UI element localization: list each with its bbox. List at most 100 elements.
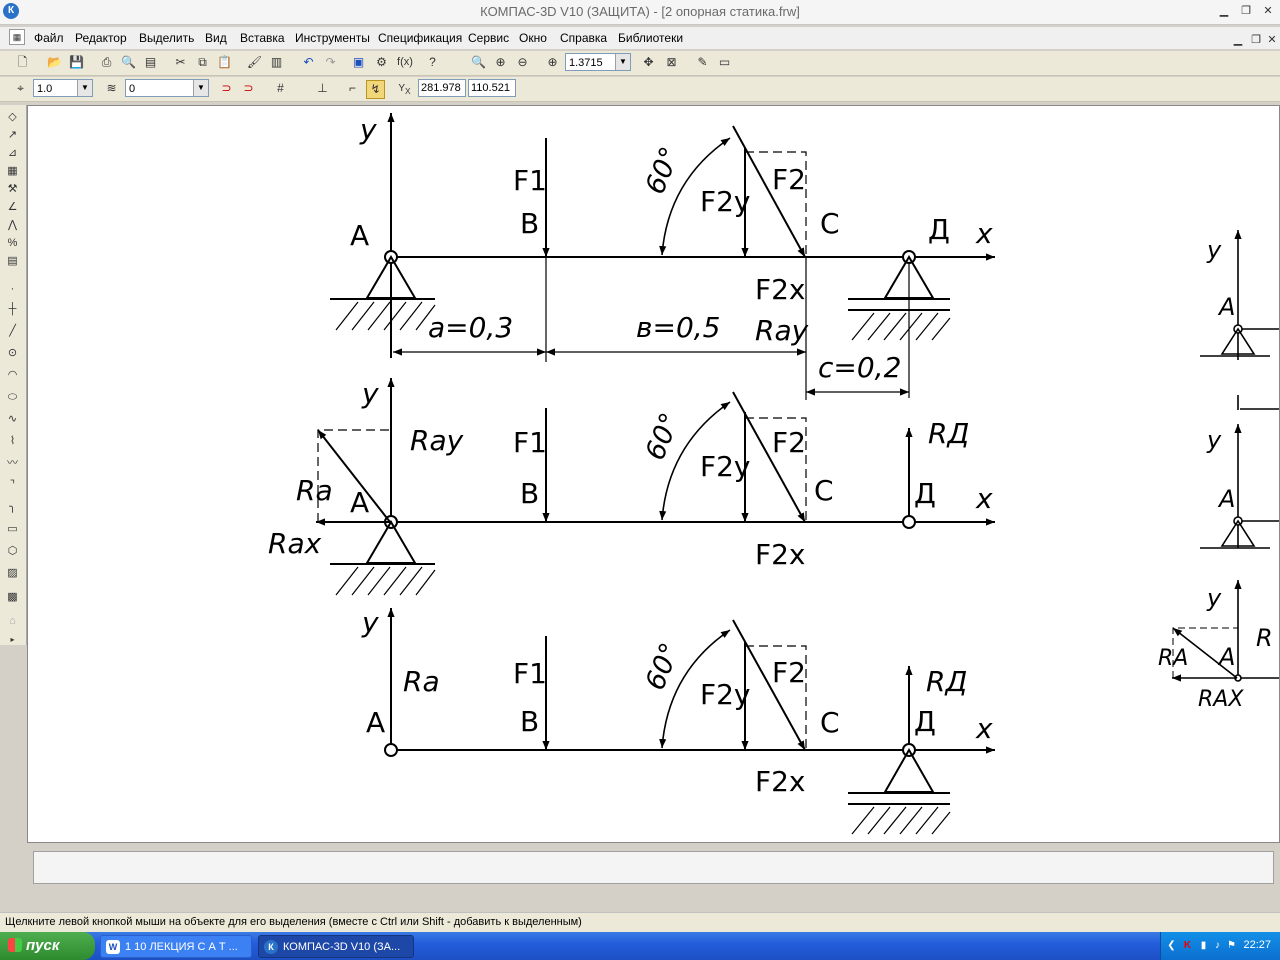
spline-icon[interactable]: ∿ — [4, 411, 21, 428]
menu-file[interactable]: Файл — [34, 31, 64, 45]
doc-restore-icon[interactable]: ❐ — [1248, 33, 1264, 47]
rectangle-icon[interactable]: ▭ — [4, 521, 21, 538]
geometry-icon[interactable]: ◇ — [4, 109, 21, 126]
grid-icon[interactable]: # — [272, 80, 289, 97]
new-icon[interactable]: 🗋 — [14, 54, 31, 71]
open-icon[interactable]: 📂 — [46, 54, 63, 71]
zoom-in-icon[interactable]: ⊕ — [492, 54, 509, 71]
menu-spec[interactable]: Спецификация — [378, 31, 462, 45]
properties-icon[interactable]: ▥ — [268, 54, 285, 71]
menu-window[interactable]: Окно — [519, 31, 547, 45]
menu-edit[interactable]: Редактор — [75, 31, 127, 45]
show-all-icon[interactable]: ⊠ — [663, 54, 680, 71]
local-cs-icon[interactable]: ⊥ — [314, 80, 331, 97]
label-ra-3: Ra — [403, 665, 440, 698]
coord-y-field[interactable]: 110.521 — [468, 79, 516, 97]
menu-select[interactable]: Выделить — [139, 31, 194, 45]
undo-icon[interactable]: ↶ — [300, 54, 317, 71]
editing-icon[interactable]: ▦ — [4, 163, 21, 180]
label-d: Д — [928, 213, 950, 246]
print-icon[interactable]: ⎙ — [98, 54, 115, 71]
language-icon[interactable]: ⚑ — [1225, 939, 1238, 952]
curve-icon[interactable]: 〰 — [4, 455, 21, 472]
segment-icon[interactable]: ╱ — [4, 323, 21, 340]
zoom-combo[interactable]: 1.3715 ▼ — [565, 53, 631, 71]
layers-icon[interactable]: ≋ — [103, 80, 120, 97]
rebuild-icon[interactable]: ✎ — [694, 54, 711, 71]
save-icon[interactable]: 💾 — [68, 54, 85, 71]
cursor-step-icon[interactable]: ⌖ — [12, 80, 29, 97]
cut-icon[interactable]: ✂ — [172, 54, 189, 71]
fill-icon[interactable]: ▩ — [4, 589, 21, 606]
point-icon[interactable]: · — [4, 281, 21, 298]
coord-x-field[interactable]: 281.978 — [418, 79, 466, 97]
menu-insert[interactable]: Вставка — [240, 31, 285, 45]
chevron-down-icon[interactable]: ▼ — [615, 54, 630, 70]
spec-icon[interactable]: ▤ — [4, 253, 21, 270]
doc-close-icon[interactable]: ✕ — [1264, 33, 1280, 47]
format-brush-icon[interactable]: 🖌 — [246, 54, 263, 71]
print-settings-icon[interactable]: ▤ — [142, 54, 159, 71]
fx-button[interactable]: f(x) — [394, 54, 416, 71]
menu-help[interactable]: Справка — [560, 31, 607, 45]
antivirus-icon[interactable]: K — [1181, 939, 1194, 952]
snap-local-icon[interactable]: ⊃ — [240, 80, 257, 97]
doc-minimize-icon[interactable]: ▁ — [1230, 33, 1246, 47]
chamfer-icon[interactable]: ⌝ — [4, 477, 21, 494]
manager-icon[interactable]: ▣ — [350, 54, 367, 71]
step-combo[interactable]: 1.0 ▼ — [33, 79, 93, 97]
expand-icon[interactable]: ▸ — [4, 631, 21, 648]
chevron-down-icon[interactable]: ▼ — [77, 80, 92, 96]
parametrization-icon[interactable]: ⚒ — [4, 181, 21, 198]
label-b: B — [520, 207, 539, 240]
designations-icon[interactable]: ⊿ — [4, 145, 21, 162]
label-f2: F2 — [772, 656, 806, 689]
document-icon[interactable]: ▦ — [9, 29, 25, 45]
snap-icon[interactable]: ⊃ — [218, 80, 235, 97]
close-icon[interactable]: ✕ — [1260, 4, 1276, 18]
parametric-icon[interactable]: ↯ — [366, 80, 385, 99]
restore-icon[interactable]: ❐ — [1238, 4, 1254, 18]
ortho-icon[interactable]: ⌐ — [344, 80, 361, 97]
task-word[interactable]: W 1 10 ЛЕКЦИЯ С А Т ... — [100, 935, 252, 958]
task-kompas[interactable]: К КОМПАС-3D V10 (ЗА... — [258, 935, 414, 958]
minimize-icon[interactable]: ▁ — [1216, 4, 1232, 18]
fillet-icon[interactable]: ╮ — [4, 499, 21, 516]
volume-icon[interactable]: ♪ — [1211, 939, 1224, 952]
redo-icon[interactable]: ↷ — [322, 54, 339, 71]
circle-icon[interactable]: ⊙ — [4, 345, 21, 362]
drawing-canvas[interactable]: y A F1 B 60° F2y F2 C Д x F2x a=0,3 в=0,… — [27, 105, 1280, 843]
measure-icon[interactable]: ∠ — [4, 199, 21, 216]
polygon-icon[interactable]: ⬡ — [4, 543, 21, 560]
layer-combo[interactable]: 0 ▼ — [125, 79, 209, 97]
zoom-window-icon[interactable]: 🔍 — [470, 54, 487, 71]
menu-libraries[interactable]: Библиотеки — [618, 31, 683, 45]
menu-view[interactable]: Вид — [205, 31, 227, 45]
help-icon[interactable]: ? — [424, 54, 441, 71]
dimensions-icon[interactable]: ↗ — [4, 127, 21, 144]
associative-icon[interactable]: % — [4, 235, 21, 252]
label-c: C — [814, 474, 834, 507]
zoom-scale-icon[interactable]: ⊕ — [544, 54, 561, 71]
start-button[interactable]: пуск — [0, 932, 95, 960]
network-icon[interactable]: ▮ — [1197, 939, 1210, 952]
pan-icon[interactable]: ✥ — [640, 54, 657, 71]
variables-icon[interactable]: ⚙ — [373, 54, 390, 71]
select-icon[interactable]: ⋀ — [4, 217, 21, 234]
polyline-icon[interactable]: ⌇ — [4, 433, 21, 450]
ellipse-icon[interactable]: ⬭ — [4, 389, 21, 406]
preview-icon[interactable]: 🔍 — [120, 54, 137, 71]
copy-icon[interactable]: ⧉ — [194, 54, 211, 71]
contour-icon[interactable]: ⌂ — [4, 613, 21, 630]
menu-tools[interactable]: Инструменты — [295, 31, 370, 45]
arc-icon[interactable]: ◠ — [4, 367, 21, 384]
hatch-icon[interactable]: ▨ — [4, 565, 21, 582]
properties-panel[interactable] — [33, 851, 1274, 884]
zoom-out-icon[interactable]: ⊖ — [514, 54, 531, 71]
aux-line-icon[interactable]: ┼ — [4, 301, 21, 318]
tray-arrow-icon[interactable]: ❮ — [1165, 939, 1178, 952]
layout-icon[interactable]: ▭ — [716, 54, 733, 71]
menu-service[interactable]: Сервис — [468, 31, 509, 45]
chevron-down-icon[interactable]: ▼ — [193, 80, 208, 96]
paste-icon[interactable]: 📋 — [216, 54, 233, 71]
